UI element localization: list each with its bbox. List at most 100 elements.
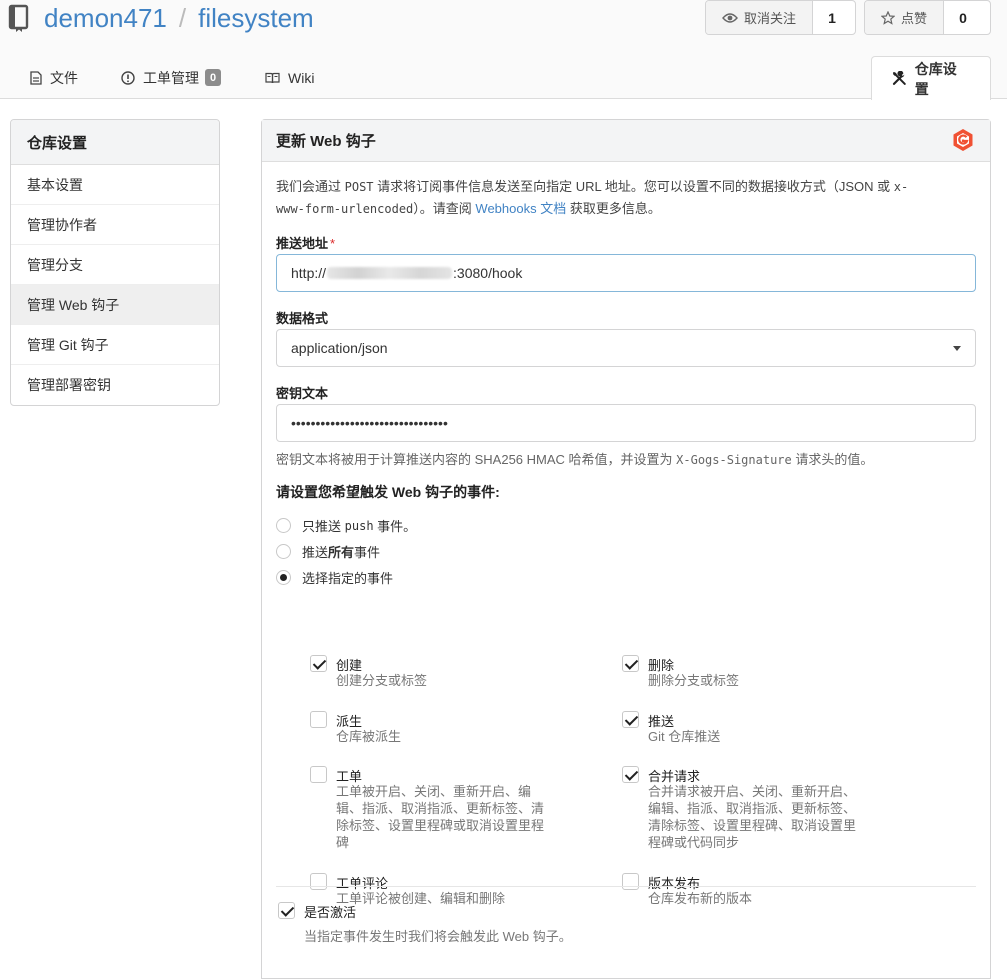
url-suffix: :3080/hook	[453, 265, 523, 281]
issues-count-badge: 0	[205, 69, 221, 86]
sidebar-item-collaborators[interactable]: 管理协作者	[11, 205, 219, 245]
desc-text: 获取更多信息。	[566, 201, 661, 216]
tools-icon	[892, 71, 906, 86]
book-open-icon	[265, 72, 280, 83]
signature-header-code: X-Gogs-Signature	[676, 453, 792, 467]
tab-wiki-label: Wiki	[288, 69, 315, 86]
tab-settings-label: 仓库设置	[914, 60, 957, 97]
desc-text: 请求将订阅事件信息发送至向指定 URL 地址。您可以设置不同的数据接收方式（JS…	[373, 179, 894, 194]
radio-push-only-control[interactable]	[276, 518, 291, 533]
caret-down-icon	[953, 346, 961, 351]
event-delete-checkbox[interactable]	[622, 655, 639, 672]
radio-text: 选择指定的事件	[302, 571, 394, 586]
watch-label[interactable]: 取消关注	[706, 1, 814, 34]
radio-text: 推送	[302, 545, 329, 560]
desc-text: 我们会通过	[276, 179, 345, 194]
webhooks-docs-link[interactable]: Webhooks 文档	[475, 201, 566, 216]
event-pull-request-checkbox[interactable]	[622, 766, 639, 783]
active-checkbox[interactable]	[278, 902, 295, 919]
gogs-logo-icon	[953, 129, 973, 151]
event-fork-checkbox[interactable]	[310, 711, 327, 728]
radio-bold-text: 所有	[328, 545, 355, 560]
radio-choose-events[interactable]: 选择指定的事件	[276, 568, 393, 587]
event-desc: 工单被开启、关闭、重新开启、编辑、指派、取消指派、更新标签、清除标签、设置里程碑…	[336, 784, 545, 850]
radio-choose-events-control[interactable]	[276, 570, 291, 585]
redacted-ip	[327, 267, 453, 279]
repo-tabs: 文件 工单管理 0 Wiki 仓库设置	[0, 56, 1007, 100]
tab-wiki[interactable]: Wiki	[265, 56, 314, 99]
tab-files[interactable]: 文件	[30, 56, 78, 99]
event-desc: 仓库发布新的版本	[648, 891, 753, 906]
active-label: 是否激活	[304, 905, 357, 920]
secret-input[interactable]: ••••••••••••••••••••••••••••••••	[276, 404, 976, 442]
format-label: 数据格式	[276, 311, 329, 326]
desc-format-code: x-	[893, 180, 909, 194]
watch-label-text: 取消关注	[744, 11, 797, 26]
radio-text: 事件	[354, 545, 381, 560]
radio-text: 事件。	[377, 519, 417, 534]
star-icon	[881, 10, 895, 25]
sidebar-item-basic[interactable]: 基本设置	[11, 165, 219, 205]
sidebar-item-deploy-keys[interactable]: 管理部署密钥	[11, 365, 219, 405]
tab-issues-label: 工单管理	[143, 69, 199, 86]
event-release-checkbox[interactable]	[622, 873, 639, 890]
content-type-value: application/json	[291, 340, 388, 356]
repo-owner-link[interactable]: demon471	[44, 3, 167, 34]
sidebar-title: 仓库设置	[11, 120, 219, 165]
star-label-text: 点赞	[901, 11, 928, 26]
desc-text: ）。请查阅	[413, 201, 476, 216]
repo-name-link[interactable]: filesystem	[198, 3, 314, 34]
radio-text: 只推送	[302, 519, 342, 534]
webhook-description: 我们会通过 POST 请求将订阅事件信息发送至向指定 URL 地址。您可以设置不…	[276, 176, 976, 220]
sidebar-item-branches[interactable]: 管理分支	[11, 245, 219, 285]
event-push-checkbox[interactable]	[622, 711, 639, 728]
repo-separator: /	[178, 2, 187, 33]
event-issue-comment-checkbox[interactable]	[310, 873, 327, 890]
event-desc: 删除分支或标签	[648, 673, 740, 688]
radio-push-only[interactable]: 只推送 push 事件。	[276, 516, 416, 535]
watch-count[interactable]: 1	[813, 1, 852, 34]
secret-help: 密钥文本将被用于计算推送内容的 SHA256 HMAC 哈希值，并设置为 X-G…	[276, 449, 873, 468]
push-code: push	[344, 518, 374, 533]
help-text: 请求头的值。	[791, 452, 874, 467]
event-desc: 工单评论被创建、编辑和删除	[336, 891, 506, 906]
required-mark: *	[330, 236, 336, 251]
star-count[interactable]: 0	[944, 1, 983, 34]
star-button[interactable]: 点赞 0	[864, 0, 991, 35]
star-label[interactable]: 点赞	[865, 1, 945, 34]
desc-format-code: www-form-urlencoded	[276, 202, 414, 216]
event-desc: 仓库被派生	[336, 729, 402, 744]
sidebar-item-git-hooks[interactable]: 管理 Git 钩子	[11, 325, 219, 365]
desc-post-code: POST	[344, 180, 374, 194]
event-desc: Git 仓库推送	[648, 729, 721, 744]
payload-url-input[interactable]: http:// :3080/hook	[276, 254, 976, 292]
event-issues-checkbox[interactable]	[310, 766, 327, 783]
panel-title: 更新 Web 钩子	[276, 133, 376, 150]
content-type-select[interactable]: application/json	[276, 329, 976, 367]
repo-header: demon471 / filesystem 取消关注 1 点赞 0 文件 工单管…	[0, 0, 1007, 100]
tab-files-label: 文件	[50, 69, 78, 86]
url-label-text: 推送地址	[276, 236, 329, 251]
radio-all-events[interactable]: 推送 所有 事件	[276, 542, 380, 561]
tab-settings[interactable]: 仓库设置	[871, 56, 991, 100]
webhook-panel: 更新 Web 钩子 我们会通过 POST 请求将订阅事件信息发送至向指定 URL…	[261, 119, 991, 979]
repo-book-icon	[8, 4, 29, 32]
event-desc: 创建分支或标签	[336, 673, 428, 688]
active-help: 当指定事件发生时我们将会触发此 Web 钩子。	[304, 929, 572, 944]
url-label: 推送地址 *	[276, 233, 335, 252]
event-desc: 合并请求被开启、关闭、重新开启、编辑、指派、取消指派、更新标签、清除标签、设置里…	[648, 784, 857, 850]
help-text: 密钥文本将被用于计算推送内容的 SHA256 HMAC 哈希值，并设置为	[276, 452, 677, 467]
event-create-checkbox[interactable]	[310, 655, 327, 672]
secret-value: ••••••••••••••••••••••••••••••••	[291, 415, 448, 431]
eye-icon	[722, 12, 738, 23]
url-prefix: http://	[291, 265, 327, 281]
watch-button[interactable]: 取消关注 1	[705, 0, 856, 35]
sidebar-item-webhooks[interactable]: 管理 Web 钩子	[11, 285, 219, 325]
tab-issues[interactable]: 工单管理 0	[121, 56, 221, 99]
panel-header: 更新 Web 钩子	[262, 120, 990, 162]
settings-sidebar: 仓库设置 基本设置 管理协作者 管理分支 管理 Web 钩子 管理 Git 钩子…	[10, 119, 220, 406]
issue-icon	[121, 70, 135, 85]
form-divider	[276, 886, 976, 887]
repo-title: demon471 / filesystem	[8, 0, 314, 36]
radio-all-events-control[interactable]	[276, 544, 291, 559]
